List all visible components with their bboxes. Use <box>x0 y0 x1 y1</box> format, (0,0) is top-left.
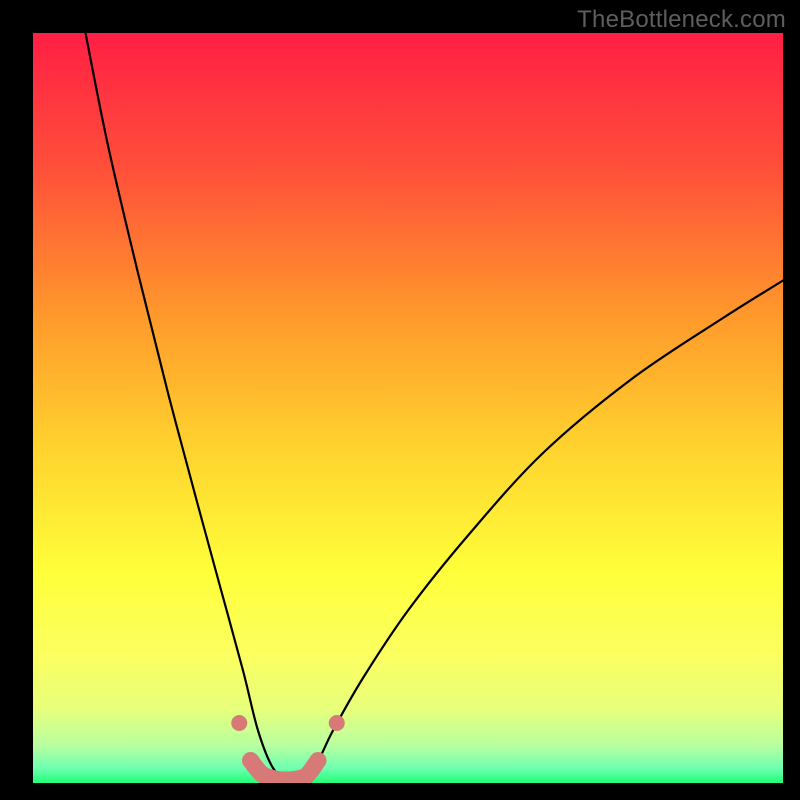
optimum-band-dot <box>329 715 345 731</box>
optimum-band-dot <box>231 715 247 731</box>
plot-area <box>33 33 783 783</box>
gradient-background <box>33 33 783 783</box>
watermark-text: TheBottleneck.com <box>577 6 786 34</box>
outer-frame: TheBottleneck.com <box>0 0 800 800</box>
chart-svg <box>33 33 783 783</box>
